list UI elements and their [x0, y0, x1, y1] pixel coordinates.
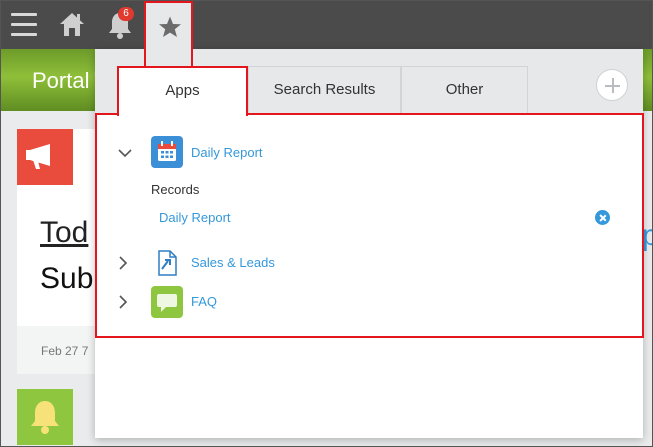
app-link-sales-leads[interactable]: Sales & Leads: [191, 255, 275, 270]
chevron-down-icon[interactable]: [117, 147, 133, 159]
card-date: Feb 27 7: [41, 344, 89, 358]
chevron-right-icon[interactable]: [118, 295, 128, 309]
record-link-daily-report[interactable]: Daily Report: [159, 210, 231, 225]
bell-icon: [31, 401, 59, 434]
add-button[interactable]: [596, 69, 628, 101]
star-icon: [159, 16, 181, 37]
records-label: Records: [151, 182, 200, 197]
tab-other[interactable]: Other: [401, 66, 528, 114]
menu-icon[interactable]: [11, 13, 37, 37]
top-navigation-bar: [1, 1, 652, 49]
apps-list: Daily Report Records Daily Report Sales …: [95, 113, 644, 338]
announcement-icon-box: [17, 129, 73, 185]
megaphone-icon: [26, 144, 50, 169]
notification-count-badge: 6: [118, 7, 134, 21]
remove-record-icon[interactable]: [595, 210, 610, 225]
notification-card-icon-box: [17, 389, 73, 445]
calendar-icon: [151, 136, 183, 168]
window-frame: Portal Tod Sub Feb 27 7 p 6 Apps Search …: [0, 0, 653, 447]
app-link-faq[interactable]: FAQ: [191, 294, 217, 309]
app-link-daily-report[interactable]: Daily Report: [191, 145, 263, 160]
chevron-right-icon[interactable]: [118, 256, 128, 270]
card-title-partial[interactable]: Tod: [40, 216, 88, 250]
favorites-star-tab[interactable]: [144, 1, 193, 67]
chat-bubble-icon: [151, 286, 183, 318]
card-subtitle-partial: Sub: [40, 262, 94, 295]
portal-title: Portal: [32, 68, 90, 93]
tab-apps[interactable]: Apps: [117, 66, 248, 116]
document-icon: [151, 247, 183, 279]
home-icon[interactable]: [58, 11, 86, 37]
tab-search-results[interactable]: Search Results: [248, 66, 401, 114]
